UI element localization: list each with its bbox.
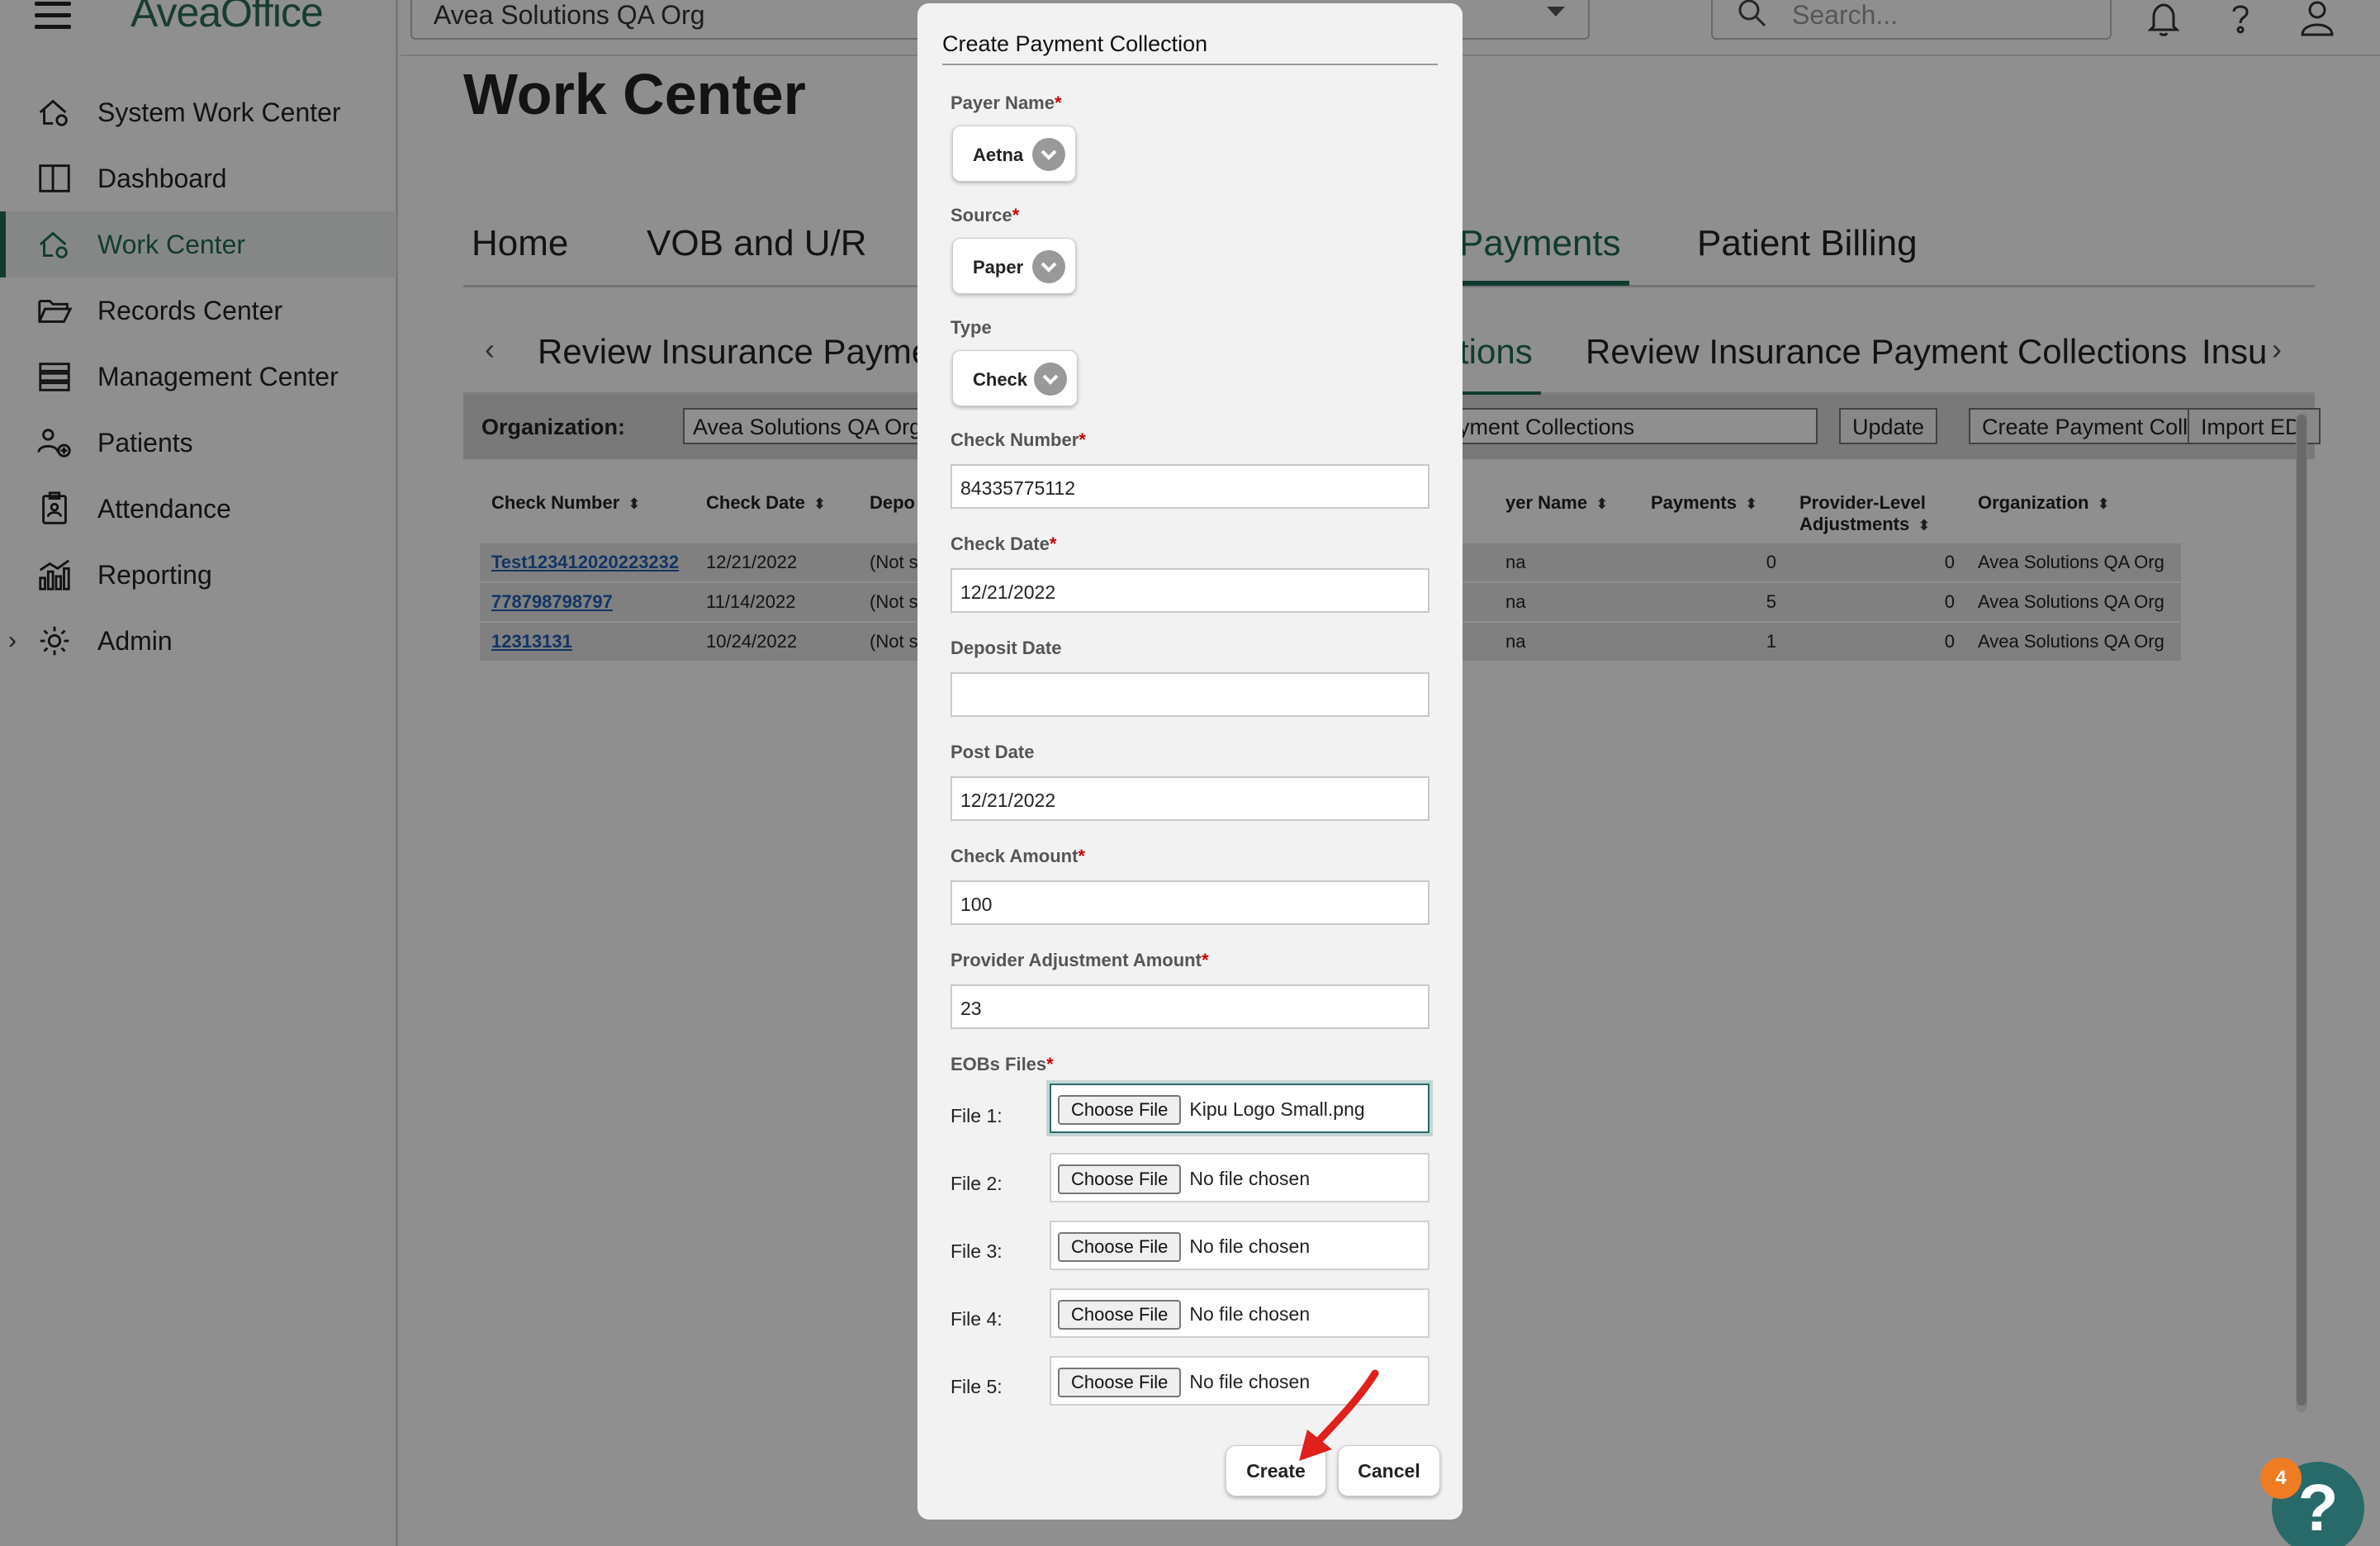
type-select[interactable]: Check [952, 350, 1078, 406]
type-label: Type [951, 317, 992, 338]
chevron-down-icon [1032, 250, 1065, 283]
field-label-text: Check Amount [951, 846, 1079, 866]
required-mark: * [1012, 205, 1020, 225]
field-label-text: EOBs Files [951, 1054, 1047, 1074]
post-date-input[interactable]: 12/21/2022 [951, 776, 1429, 821]
notification-badge: 4 [2260, 1458, 2302, 1499]
file-status: No file chosen [1189, 1168, 1311, 1189]
post-date-label: Post Date [951, 742, 1035, 762]
chevron-down-icon [1034, 363, 1067, 396]
required-mark: * [1049, 534, 1057, 554]
file-2-input[interactable]: Choose File No file chosen [1050, 1153, 1429, 1202]
source-select[interactable]: Paper [952, 238, 1076, 294]
file-status: No file chosen [1189, 1235, 1311, 1257]
deposit-date-input[interactable] [951, 672, 1429, 717]
field-label-text: Check Number [951, 429, 1079, 450]
payer-name-value: Aetna [973, 145, 1024, 165]
create-payment-collection-dialog: Create Payment Collection Payer Name* Ae… [917, 3, 1463, 1520]
check-date-input[interactable]: 12/21/2022 [951, 568, 1429, 613]
file-status: Kipu Logo Small.png [1189, 1098, 1365, 1120]
choose-file-button[interactable]: Choose File [1058, 1095, 1182, 1125]
field-label-text: Payer Name [951, 92, 1055, 113]
deposit-date-label: Deposit Date [951, 638, 1062, 658]
file-3-input[interactable]: Choose File No file chosen [1050, 1221, 1429, 1270]
chevron-down-icon [1032, 138, 1065, 171]
provider-adjustment-input[interactable]: 23 [951, 984, 1429, 1029]
check-number-input[interactable]: 84335775112 [951, 464, 1429, 509]
required-mark: * [1201, 950, 1209, 970]
field-label-text: Source [951, 205, 1012, 225]
provider-adjustment-label: Provider Adjustment Amount* [951, 950, 1209, 971]
file-1-label: File 1: [951, 1105, 1003, 1126]
file-4-input[interactable]: Choose File No file chosen [1050, 1288, 1429, 1338]
check-date-label: Check Date* [951, 534, 1056, 555]
source-value: Paper [973, 257, 1024, 277]
type-value: Check [973, 369, 1028, 390]
check-amount-label: Check Amount* [951, 846, 1085, 867]
payer-name-select[interactable]: Aetna [952, 126, 1076, 182]
required-mark: * [1079, 429, 1086, 450]
file-1-input[interactable]: Choose File Kipu Logo Small.png [1050, 1084, 1429, 1133]
annotation-arrow-icon [1299, 1369, 1379, 1461]
choose-file-button[interactable]: Choose File [1058, 1368, 1182, 1397]
check-amount-input[interactable]: 100 [951, 880, 1429, 925]
payer-name-label: Payer Name* [951, 92, 1062, 114]
dialog-title: Create Payment Collection [942, 31, 1438, 65]
source-label: Source* [951, 205, 1019, 226]
file-2-label: File 2: [951, 1173, 1003, 1194]
check-number-label: Check Number* [951, 429, 1086, 451]
eobs-files-label: EOBs Files* [951, 1054, 1054, 1075]
field-label-text: Provider Adjustment Amount [951, 950, 1202, 970]
required-mark: * [1078, 846, 1085, 866]
required-mark: * [1054, 92, 1062, 113]
field-label-text: Check Date [951, 534, 1050, 554]
file-status: No file chosen [1189, 1303, 1311, 1325]
required-mark: * [1046, 1054, 1054, 1074]
choose-file-button[interactable]: Choose File [1058, 1300, 1182, 1330]
choose-file-button[interactable]: Choose File [1058, 1232, 1182, 1262]
file-5-label: File 5: [951, 1376, 1003, 1397]
file-3-label: File 3: [951, 1240, 1003, 1262]
file-4-label: File 4: [951, 1308, 1003, 1330]
choose-file-button[interactable]: Choose File [1058, 1164, 1182, 1194]
help-glyph: ? [2297, 1471, 2339, 1544]
